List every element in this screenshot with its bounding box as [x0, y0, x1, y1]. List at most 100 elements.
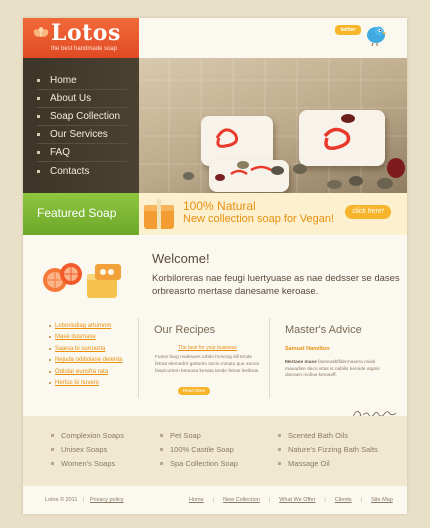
nav-item-home[interactable]: Home — [37, 72, 127, 90]
twitter-label[interactable]: twitter — [335, 25, 361, 35]
featured-soap-label: Featured Soap — [23, 193, 139, 235]
featured-subline: New collection soap for Vegan! — [183, 213, 335, 225]
bullet-icon — [51, 447, 54, 451]
bullet-icon — [51, 461, 54, 465]
nav-label: FAQ — [50, 147, 71, 158]
advice-title: Master's Advice — [285, 324, 362, 336]
stone — [215, 174, 225, 181]
bottom-link-label: Nature's Fizzing Bath Salts — [288, 444, 378, 454]
separator: | — [268, 497, 271, 503]
bullet-icon — [37, 151, 40, 154]
divider — [269, 318, 270, 398]
advice-text: Mertase mase fasneaskffdermasera miais m… — [285, 360, 385, 380]
side-link[interactable]: Nejuda oditiolase delenta — [49, 355, 122, 367]
stone — [387, 158, 405, 178]
bullet-icon — [49, 382, 51, 385]
side-link-label: Loborisdiag artumnm — [55, 322, 112, 329]
nav-label: About Us — [50, 93, 92, 104]
bullet-icon — [37, 115, 40, 118]
bottom-link-label: Complexion Soaps — [61, 430, 124, 440]
side-link-label: Sajesa bi surruorta — [55, 345, 106, 352]
nav-item-faq[interactable]: FAQ — [37, 144, 127, 162]
hero-image — [139, 58, 407, 193]
bullet-icon — [49, 359, 51, 362]
side-link[interactable]: Sajesa bi surruorta — [49, 343, 122, 355]
side-link-label: Odiolar eunsfra rata — [55, 368, 109, 375]
side-links: Loborisdiag artumnm Mase dusmase Sajesa … — [49, 320, 122, 389]
bottom-link-label: Pet Soap — [170, 430, 201, 440]
bullet-icon — [160, 447, 163, 451]
stone — [327, 180, 342, 189]
logo-tagline: the best handmade soap — [51, 46, 118, 52]
advice-lead: Mertase mase — [285, 360, 317, 365]
bottom-link[interactable]: Spa Collection Soap — [160, 456, 238, 470]
flower-icon — [33, 27, 49, 37]
recipes-subtitle[interactable]: The best for your business — [178, 345, 237, 351]
welcome-title: Welcome! — [152, 251, 210, 266]
bullet-icon — [278, 433, 281, 437]
bottom-link[interactable]: Unisex Soaps — [51, 442, 124, 456]
page-container: Lotos the best handmade soap twitter Hom… — [23, 18, 407, 514]
bullet-icon — [37, 97, 40, 100]
nav-label: Home — [50, 75, 77, 86]
side-link[interactable]: Mase dusmase — [49, 332, 122, 344]
footer-link-clients[interactable]: Clients — [335, 497, 352, 503]
nav-item-our-services[interactable]: Our Services — [37, 126, 127, 144]
bullet-icon — [160, 461, 163, 465]
bottom-link[interactable]: Nature's Fizzing Bath Salts — [278, 442, 378, 456]
bullet-icon — [278, 447, 281, 451]
soap-slices-image — [43, 263, 121, 298]
nav-item-soap-collection[interactable]: Soap Collection — [37, 108, 127, 126]
bottom-link-label: 100% Castile Soap — [170, 444, 234, 454]
copyright-text: Lotos © 2011 — [45, 497, 78, 503]
side-link-label: Nejuda oditiolase delenta — [55, 357, 123, 364]
side-link-label: Mase dusmase — [55, 334, 96, 341]
logo[interactable]: Lotos the best handmade soap — [23, 18, 139, 58]
privacy-policy-link[interactable]: Privacy policy — [90, 497, 124, 503]
nav-item-about-us[interactable]: About Us — [37, 90, 127, 108]
advice-author: Samuel Hamilton — [285, 346, 330, 352]
bottom-link[interactable]: Pet Soap — [160, 428, 238, 442]
stone — [349, 176, 363, 186]
bottom-link-label: Unisex Soaps — [61, 444, 108, 454]
recipes-title: Our Recipes — [154, 324, 216, 336]
footer-link-new-collection[interactable]: New Collection — [223, 497, 260, 503]
stone — [341, 114, 355, 123]
side-link-label: Hertus bi nuvero — [55, 380, 100, 387]
soap-gift-icon — [144, 199, 174, 229]
side-link[interactable]: Hertus bi nuvero — [49, 378, 122, 390]
nav-label: Our Services — [50, 129, 108, 140]
nav-label: Soap Collection — [50, 111, 121, 122]
bullet-icon — [37, 79, 40, 82]
featured-title: Featured Soap — [37, 206, 117, 220]
bottom-links-col: Complexion Soaps Unisex Soaps Women's So… — [51, 428, 124, 470]
bottom-link-label: Scented Bath Oils — [288, 430, 349, 440]
nav-item-contacts[interactable]: Contacts — [37, 162, 127, 180]
footer-link-home[interactable]: Home — [189, 497, 204, 503]
bullet-icon — [37, 133, 40, 136]
read-more-button[interactable]: Read More — [178, 387, 210, 395]
stone — [183, 172, 194, 180]
bullet-icon — [278, 461, 281, 465]
footer-link-site-map[interactable]: Site Map — [371, 497, 393, 503]
bottom-links-col: Pet Soap 100% Castile Soap Spa Collectio… — [160, 428, 238, 470]
bullet-icon — [49, 324, 51, 327]
bottom-link-label: Massage Oil — [288, 458, 330, 468]
side-link[interactable]: Odiolar eunsfra rata — [49, 366, 122, 378]
footer-copyright: Lotos © 2011 | Privacy policy — [45, 497, 124, 503]
bullet-icon — [49, 370, 51, 373]
side-link[interactable]: Loborisdiag artumnm — [49, 320, 122, 332]
featured-headline: 100% Natural — [183, 199, 256, 213]
bottom-link[interactable]: Women's Soaps — [51, 456, 124, 470]
bottom-link[interactable]: 100% Castile Soap — [160, 442, 238, 456]
stone — [377, 178, 393, 189]
recipes-text: Fusce feug malesues orbim hcecing sill t… — [155, 355, 260, 374]
bottom-link[interactable]: Complexion Soaps — [51, 428, 124, 442]
footer-link-what-we-offer[interactable]: What We Offer — [279, 497, 315, 503]
twitter-bird-icon[interactable] — [365, 22, 387, 46]
bottom-link[interactable]: Massage Oil — [278, 456, 378, 470]
bottom-link[interactable]: Scented Bath Oils — [278, 428, 378, 442]
welcome-text: Korbiloreras nae feugi luertyuase as nae… — [152, 273, 400, 297]
bullet-icon — [49, 347, 51, 350]
click-here-button[interactable]: click here! — [345, 205, 391, 219]
